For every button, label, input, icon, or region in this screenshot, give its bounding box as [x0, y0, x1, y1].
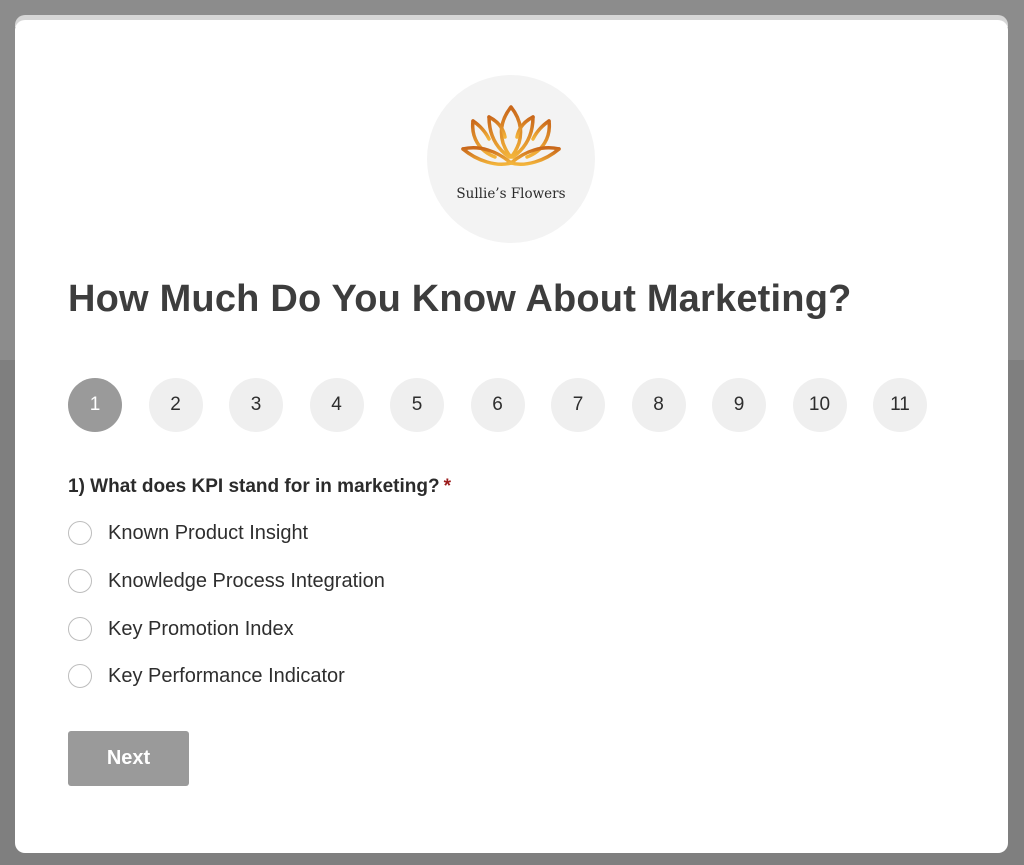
- step-5[interactable]: 5: [390, 378, 444, 432]
- option-key-performance-indicator[interactable]: Key Performance Indicator: [68, 661, 628, 691]
- radio-button[interactable]: [68, 521, 92, 545]
- step-7[interactable]: 7: [551, 378, 605, 432]
- step-8[interactable]: 8: [631, 378, 686, 432]
- radio-button[interactable]: [68, 569, 92, 593]
- step-6[interactable]: 6: [470, 378, 525, 432]
- brand-logo: Sullie’s Flowers: [427, 75, 595, 243]
- step-1[interactable]: 1: [68, 378, 122, 432]
- next-button[interactable]: Next: [68, 731, 189, 786]
- question-label: 1) What does KPI stand for in marketing?…: [68, 476, 451, 498]
- question-text: 1) What does KPI stand for in marketing?: [68, 476, 440, 497]
- step-10[interactable]: 10: [792, 378, 847, 432]
- step-2[interactable]: 2: [148, 378, 203, 432]
- option-known-product-insight[interactable]: Known Product Insight: [68, 518, 628, 548]
- option-knowledge-process-integration[interactable]: Knowledge Process Integration: [68, 566, 628, 596]
- step-9[interactable]: 9: [712, 378, 766, 432]
- page-title: How Much Do You Know About Marketing?: [68, 278, 852, 320]
- option-key-promotion-index[interactable]: Key Promotion Index: [68, 614, 628, 644]
- option-label: Key Performance Indicator: [108, 664, 345, 687]
- option-label: Key Promotion Index: [108, 617, 294, 640]
- brand-name: Sullie’s Flowers: [456, 186, 566, 202]
- step-11[interactable]: 11: [873, 378, 927, 432]
- radio-button[interactable]: [68, 664, 92, 688]
- option-label: Knowledge Process Integration: [108, 569, 385, 592]
- radio-button[interactable]: [68, 617, 92, 641]
- step-3[interactable]: 3: [229, 378, 283, 432]
- required-asterisk: *: [443, 476, 452, 497]
- step-4[interactable]: 4: [309, 378, 364, 432]
- lotus-icon: [461, 105, 561, 166]
- option-label: Known Product Insight: [108, 521, 309, 544]
- quiz-card: Sullie’s Flowers How Much Do You Know Ab…: [15, 20, 1008, 853]
